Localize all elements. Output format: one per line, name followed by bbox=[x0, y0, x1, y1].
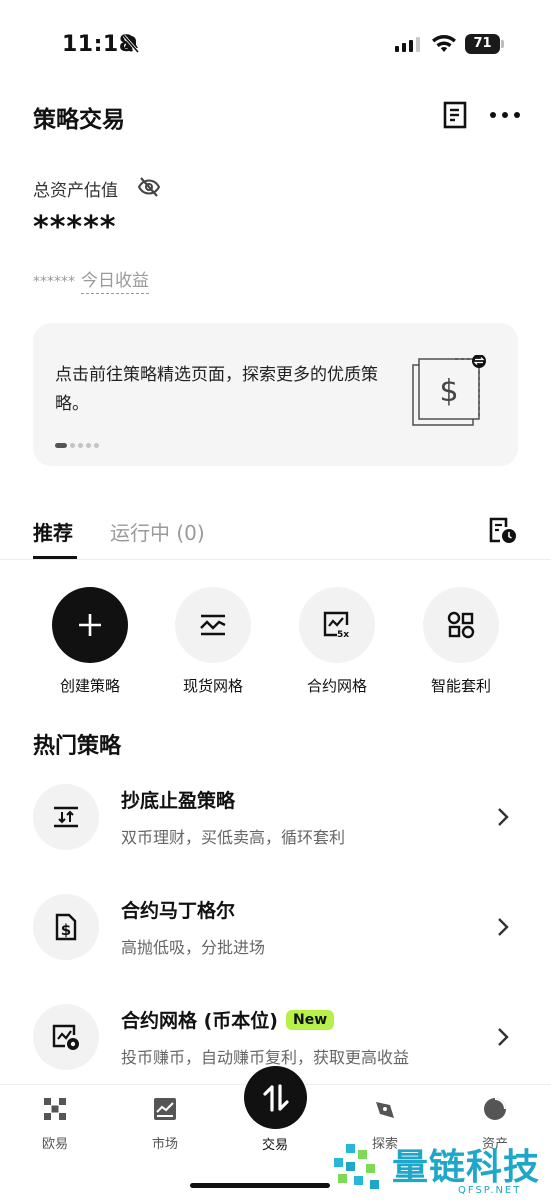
spot-grid-icon bbox=[200, 614, 226, 636]
watermark-logo-icon bbox=[334, 1144, 379, 1189]
qa-icon-wrap: 5x bbox=[299, 587, 375, 663]
tab-running[interactable]: 运行中 (0) bbox=[110, 517, 205, 546]
nav-label: 市场 bbox=[151, 1137, 178, 1152]
coin-grid-icon bbox=[52, 1024, 79, 1050]
total-assets-label: 总资产估值 bbox=[33, 181, 118, 201]
dollar-cards-illustration-icon: $ bbox=[412, 355, 486, 426]
strategy-title: 合约马丁格尔 bbox=[121, 900, 236, 922]
bell-muted-icon bbox=[122, 35, 140, 53]
battery-level: 71 bbox=[465, 34, 500, 54]
profit-masked-value: ****** bbox=[33, 274, 75, 290]
nav-trade-button[interactable] bbox=[244, 1066, 307, 1129]
svg-text:5x: 5x bbox=[337, 630, 349, 639]
strategy-item-martingale[interactable]: $ 合约马丁格尔 高抛低吸，分批进场 bbox=[0, 894, 551, 994]
pagination-dot bbox=[94, 442, 99, 448]
banner-text: 点击前往策略精选页面，探索更多的优质策略。 bbox=[55, 365, 378, 414]
pagination-dot bbox=[55, 442, 67, 448]
watermark-text: 量链科技 bbox=[392, 1147, 541, 1188]
compass-icon bbox=[376, 1102, 394, 1118]
more-options-icon[interactable] bbox=[489, 106, 521, 124]
arbitrage-icon bbox=[447, 611, 475, 639]
svg-text:$: $ bbox=[61, 921, 71, 939]
qa-label: 现货网格 bbox=[182, 677, 243, 695]
qa-label: 合约网格 bbox=[306, 677, 367, 695]
strategy-title-text: 合约网格 (币本位) bbox=[121, 1010, 278, 1032]
chevron-right-icon bbox=[498, 808, 509, 826]
chevron-right-icon bbox=[498, 918, 509, 936]
svg-text:$: $ bbox=[439, 374, 458, 409]
new-badge: New bbox=[285, 1009, 335, 1030]
s-icon-wrap bbox=[33, 784, 99, 850]
futures-grid-icon: 5x bbox=[323, 611, 349, 639]
total-assets-value: ***** bbox=[33, 210, 117, 245]
trade-swap-icon bbox=[262, 1083, 289, 1112]
strategy-item-buy-low[interactable]: 抄底止盈策略 双币理财，买低卖高，循环套利 bbox=[0, 784, 551, 884]
page-title: 策略交易 bbox=[33, 107, 125, 133]
pagination-dot bbox=[70, 442, 75, 448]
s-icon-wrap: $ bbox=[33, 894, 99, 960]
martingale-icon: $ bbox=[55, 913, 77, 941]
nav-item-market[interactable]: 市场 bbox=[125, 1097, 205, 1157]
status-bar: 11:18 71 bbox=[0, 0, 551, 90]
buy-low-icon bbox=[54, 806, 78, 828]
banner-pagination bbox=[55, 441, 99, 449]
market-chart-icon bbox=[154, 1098, 176, 1120]
battery-indicator: 71 bbox=[465, 34, 505, 54]
qa-label: 创建策略 bbox=[59, 677, 120, 695]
cellular-signal-icon bbox=[395, 37, 420, 52]
tab-recommend[interactable]: 推荐 bbox=[33, 517, 73, 546]
futures-grid-button[interactable]: 5x 合约网格 bbox=[282, 587, 392, 697]
tabs-divider bbox=[0, 559, 551, 560]
eye-off-icon[interactable] bbox=[137, 176, 161, 198]
qa-icon-wrap bbox=[175, 587, 251, 663]
today-profit-row[interactable]: ****** 今日收益 bbox=[33, 266, 149, 294]
strategy-title: 抄底止盈策略 bbox=[121, 790, 236, 812]
today-profit-label: 今日收益 bbox=[81, 271, 149, 294]
pagination-dot bbox=[78, 442, 83, 448]
document-icon[interactable] bbox=[443, 101, 467, 129]
spot-grid-button[interactable]: 现货网格 bbox=[158, 587, 268, 697]
qa-label: 智能套利 bbox=[430, 677, 491, 695]
strategy-desc: 双币理财，买低卖高，循环套利 bbox=[121, 828, 346, 847]
history-record-icon[interactable] bbox=[488, 516, 518, 544]
plus-icon bbox=[79, 614, 101, 636]
chevron-right-icon bbox=[498, 1028, 509, 1046]
qa-icon-wrap bbox=[52, 587, 128, 663]
okx-logo-icon bbox=[44, 1098, 66, 1120]
s-icon-wrap bbox=[33, 1004, 99, 1070]
home-indicator bbox=[190, 1183, 330, 1188]
qa-icon-wrap bbox=[423, 587, 499, 663]
smart-arbitrage-button[interactable]: 智能套利 bbox=[406, 587, 516, 697]
strategy-promo-banner[interactable]: 点击前往策略精选页面，探索更多的优质策略。 $ bbox=[33, 323, 518, 466]
watermark: 量链科技 QFSP.NET bbox=[330, 1136, 551, 1200]
strategy-title: 合约网格 (币本位) New bbox=[121, 1006, 335, 1033]
nav-item-okx[interactable]: 欧易 bbox=[15, 1097, 95, 1157]
wifi-icon bbox=[432, 35, 456, 52]
strategy-desc: 高抛低吸，分批进场 bbox=[121, 938, 266, 957]
nav-label: 欧易 bbox=[41, 1137, 68, 1152]
watermark-subtext: QFSP.NET bbox=[458, 1185, 522, 1196]
strategy-desc: 投币赚币，自动赚币复利，获取更高收益 bbox=[121, 1048, 410, 1067]
hot-strategies-title: 热门策略 bbox=[33, 734, 122, 759]
create-strategy-button[interactable]: 创建策略 bbox=[35, 587, 145, 697]
pagination-dot bbox=[86, 442, 91, 448]
nav-trade-label: 交易 bbox=[261, 1138, 288, 1153]
pie-chart-icon bbox=[484, 1098, 506, 1120]
